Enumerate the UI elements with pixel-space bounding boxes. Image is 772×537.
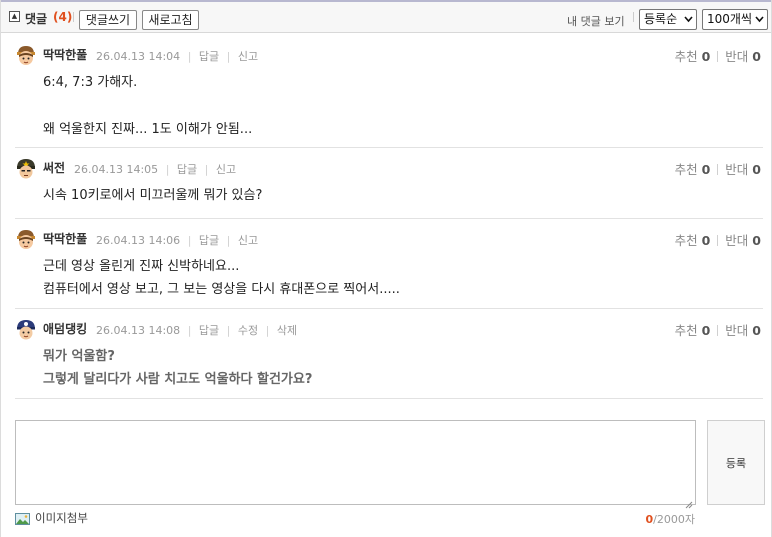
report-link[interactable]: 신고 [238, 234, 258, 247]
chevron-down-icon [755, 10, 764, 36]
comment-divider [15, 308, 763, 309]
vote-area: 추천 0 반대 0 [675, 46, 761, 65]
downvote-count: 0 [752, 323, 761, 338]
avatar-icon [15, 157, 37, 179]
comment-date: 26.04.13 14:05 [74, 163, 159, 176]
comment-text: 근데 영상 올린게 진짜 신박하네요... [43, 259, 240, 274]
comment-meta: 26.04.13 14:04 | 답글 | 신고 [96, 50, 259, 63]
page-size-select-value: 100개씩 [707, 12, 752, 26]
comment-text: 컴퓨터에서 영상 보고, 그 보는 영상을 다시 휴대폰으로 찍어서..... [43, 282, 400, 297]
comment-divider [15, 147, 763, 148]
comment-text: 그렇게 달리다가 사람 치고도 억울하다 할건가요? [43, 372, 313, 387]
sort-select-value: 등록순 [644, 12, 678, 26]
comment-author[interactable]: 애덤댕킹 [43, 320, 87, 337]
comment-meta: 26.04.13 14:08 | 답글 | 수정 | 삭제 [96, 324, 298, 337]
comment-section: ▲ 댓글 (4) 댓글쓰기 새로고침 내 댓글 보기 등록순 100개씩 딱딱한… [0, 0, 772, 537]
reply-link[interactable]: 답글 [199, 324, 219, 337]
comment-text: 왜 억울한지 진짜... 1도 이해가 안됨... [43, 122, 253, 137]
comments-label: 댓글 [25, 12, 48, 26]
avatar-icon [15, 44, 37, 66]
submit-button[interactable]: 등록 [707, 420, 765, 505]
comment-author[interactable]: 써전 [43, 159, 65, 176]
write-comment-button[interactable]: 댓글쓰기 [79, 10, 137, 30]
reply-link[interactable]: 답글 [199, 234, 219, 247]
comment-date: 26.04.13 14:08 [96, 324, 181, 337]
edit-link[interactable]: 수정 [238, 324, 258, 337]
comment-item: 딱딱한풀 26.04.13 14:04 | 답글 | 신고 추천 0 반대 0 6:4… [15, 44, 763, 139]
collapse-square-icon[interactable]: ▲ [9, 11, 20, 22]
comment-item: 써전 26.04.13 14:05 | 답글 | 신고 추천 0 반대 0 시속 10… [15, 157, 763, 207]
downvote-count: 0 [752, 49, 761, 64]
resize-grip-icon[interactable] [685, 494, 693, 509]
attach-image-label[interactable]: 이미지첨부 [35, 510, 88, 526]
reply-link[interactable]: 답글 [199, 50, 219, 63]
report-link[interactable]: 신고 [238, 50, 258, 63]
upvote-count: 0 [701, 323, 711, 338]
upvote-button[interactable]: 추천 0 [675, 233, 711, 248]
vote-area: 추천 0 반대 0 [675, 320, 761, 339]
refresh-button[interactable]: 새로고침 [142, 10, 199, 30]
comment-author[interactable]: 딱딱한풀 [43, 46, 87, 63]
comment-textarea[interactable] [15, 420, 696, 509]
upvote-count: 0 [701, 162, 711, 177]
comment-item: 딱딱한풀 26.04.13 14:06 | 답글 | 신고 추천 0 반대 0 근데 … [15, 228, 763, 300]
header-divider [633, 12, 634, 22]
comment-text: 뭐가 억울함? [43, 349, 115, 364]
vote-area: 추천 0 반대 0 [675, 159, 761, 178]
comment-meta: 26.04.13 14:06 | 답글 | 신고 [96, 234, 259, 247]
upvote-button[interactable]: 추천 0 [675, 49, 711, 64]
downvote-count: 0 [752, 162, 761, 177]
chevron-down-icon [684, 10, 693, 36]
my-comments-link[interactable]: 내 댓글 보기 [567, 13, 625, 29]
avatar-icon [15, 228, 37, 250]
downvote-button[interactable]: 반대 0 [725, 323, 761, 338]
header-divider [73, 12, 74, 22]
downvote-button[interactable]: 반대 0 [725, 233, 761, 248]
comment-meta: 26.04.13 14:05 | 답글 | 신고 [74, 163, 237, 176]
comment-divider [15, 398, 763, 399]
downvote-button[interactable]: 반대 0 [725, 49, 761, 64]
comment-date: 26.04.13 14:06 [96, 234, 181, 247]
page-size-select[interactable]: 100개씩 [702, 9, 768, 30]
comment-author[interactable]: 딱딱한풀 [43, 230, 87, 247]
vote-area: 추천 0 반대 0 [675, 230, 761, 249]
upvote-count: 0 [701, 49, 711, 64]
reply-link[interactable]: 답글 [177, 163, 197, 176]
comment-text: 시속 10키로에서 미끄러울께 뭐가 있슴? [43, 188, 263, 203]
char-counter: 0/2000자 [646, 511, 695, 527]
downvote-button[interactable]: 반대 0 [725, 162, 761, 177]
char-count-limit: /2000자 [653, 513, 695, 526]
sort-select[interactable]: 등록순 [639, 9, 697, 30]
comment-header: ▲ 댓글 (4) 댓글쓰기 새로고침 내 댓글 보기 등록순 100개씩 [1, 0, 771, 33]
comment-date: 26.04.13 14:04 [96, 50, 181, 63]
delete-link[interactable]: 삭제 [277, 324, 297, 337]
downvote-count: 0 [752, 233, 761, 248]
comments-count: (4) [53, 10, 73, 24]
comment-divider [15, 218, 763, 219]
upvote-button[interactable]: 추천 0 [675, 162, 711, 177]
avatar-icon [15, 318, 37, 340]
comment-text: 6:4, 7:3 가해자. [43, 75, 138, 90]
upvote-button[interactable]: 추천 0 [675, 323, 711, 338]
upvote-count: 0 [701, 233, 711, 248]
report-link[interactable]: 신고 [216, 163, 236, 176]
comment-item: 애덤댕킹 26.04.13 14:08 | 답글 | 수정 | 삭제 추천 0 반대… [15, 318, 763, 390]
image-icon[interactable] [15, 510, 30, 525]
